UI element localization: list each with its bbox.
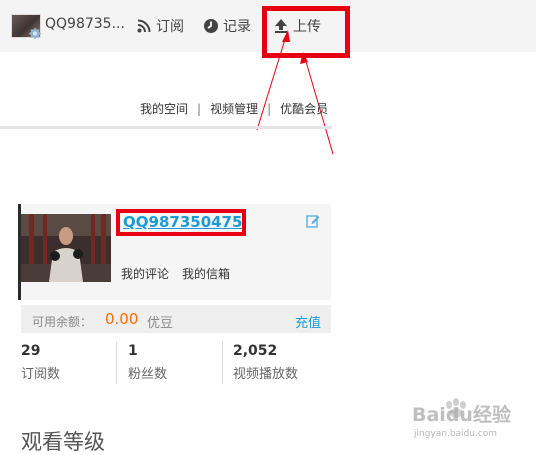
stat-value: 2,052 bbox=[233, 343, 278, 359]
gear-icon bbox=[28, 27, 42, 40]
link-separator: | bbox=[267, 101, 272, 116]
stat-label: 订阅数 bbox=[21, 367, 61, 382]
balance-unit: 优豆 bbox=[147, 316, 174, 331]
balance-bar: 可用余额： 0.00 优豆 充值 bbox=[21, 305, 331, 333]
secondary-links: 我的空间 | 视频管理 | 优酷会员 bbox=[140, 100, 328, 117]
watch-level-heading: 观看等级 bbox=[21, 430, 105, 454]
stat-label: 视频播放数 bbox=[233, 367, 299, 382]
balance-label: 可用余额： bbox=[32, 315, 93, 329]
watermark-brand: Baidu经验 bbox=[412, 404, 511, 426]
upload-highlight-box bbox=[262, 6, 350, 58]
link-my-comments[interactable]: 我的评论 bbox=[121, 265, 169, 282]
link-my-inbox[interactable]: 我的信箱 bbox=[182, 265, 230, 282]
nav-subscribe-label: 订阅 bbox=[156, 19, 184, 35]
stat-divider bbox=[222, 342, 223, 384]
nav-history[interactable]: 记录 bbox=[203, 16, 251, 36]
watermark-url: jingyan.baidu.com bbox=[414, 429, 498, 439]
link-video-manage[interactable]: 视频管理 bbox=[210, 100, 258, 117]
stat-subscriptions[interactable]: 29 订阅数 bbox=[21, 343, 60, 382]
stat-label: 粉丝数 bbox=[128, 367, 168, 382]
nav-history-label: 记录 bbox=[223, 19, 251, 35]
link-separator: | bbox=[197, 101, 202, 116]
username-highlight-box bbox=[116, 209, 246, 236]
stat-divider bbox=[116, 342, 117, 384]
stat-fans[interactable]: 1 粉丝数 bbox=[128, 343, 167, 382]
nav-subscribe[interactable]: 订阅 bbox=[136, 16, 184, 36]
clock-icon bbox=[204, 19, 218, 33]
stat-value: 1 bbox=[128, 343, 138, 359]
profile-photo[interactable] bbox=[21, 214, 111, 282]
stat-video-plays[interactable]: 2,052 视频播放数 bbox=[233, 343, 298, 382]
username-link[interactable]: QQ98735... bbox=[45, 16, 125, 32]
edit-icon[interactable] bbox=[306, 214, 320, 228]
link-my-space[interactable]: 我的空间 bbox=[140, 100, 188, 117]
section-divider bbox=[0, 126, 332, 129]
stat-value: 29 bbox=[21, 343, 41, 359]
balance-amount: 0.00 bbox=[105, 310, 139, 328]
rss-icon bbox=[137, 19, 151, 33]
recharge-link[interactable]: 充值 bbox=[295, 312, 321, 331]
link-youku-member[interactable]: 优酷会员 bbox=[280, 100, 328, 117]
profile-links: 我的评论 我的信箱 bbox=[121, 265, 230, 282]
